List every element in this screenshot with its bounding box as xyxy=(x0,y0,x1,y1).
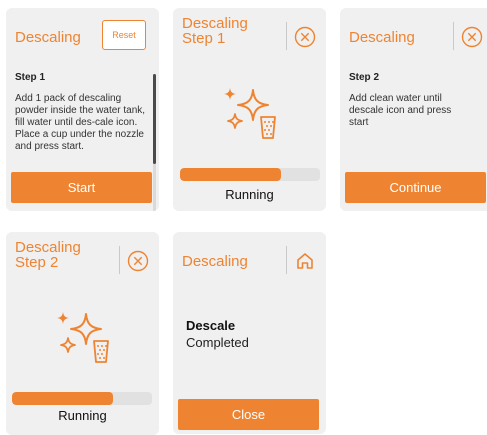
screen-header: Descaling xyxy=(173,232,326,294)
descaling-step1-running-screen: Descaling Step 1 Running xyxy=(173,8,326,211)
home-icon xyxy=(297,253,313,269)
close-circle-icon xyxy=(127,250,149,272)
screen-title: Descaling xyxy=(15,29,81,46)
screen-title: Descaling Step 2 xyxy=(15,239,81,271)
step-instructions: Add clean water until descale icon and p… xyxy=(349,93,452,128)
close-button[interactable] xyxy=(125,248,151,274)
descale-sparkle-icon xyxy=(224,88,276,139)
header-divider xyxy=(119,246,120,274)
home-button[interactable] xyxy=(292,248,318,274)
progress-bar xyxy=(180,168,320,181)
progress-bar-fill xyxy=(12,392,113,405)
screen-header: Descaling xyxy=(340,8,487,70)
status-text: Running xyxy=(58,408,107,423)
close-circle-icon xyxy=(294,26,316,48)
reset-button[interactable]: Reset xyxy=(102,20,146,50)
descaling-completed-screen: Descaling Descale Completed Close xyxy=(173,232,326,434)
screen-title: Descaling Step 1 xyxy=(182,15,248,47)
result-title: Descale xyxy=(186,318,236,333)
descale-sparkle-icon xyxy=(57,312,109,363)
progress-bar-fill xyxy=(180,168,281,181)
screen-header: Descaling Reset xyxy=(6,8,159,70)
step-instructions: Add 1 pack of descaling powder inside th… xyxy=(15,93,146,152)
descaling-step2-instructions-screen: Descaling Step 2 Add clean water until d… xyxy=(340,8,487,211)
status-text: Running xyxy=(225,187,274,202)
scrollbar[interactable] xyxy=(153,74,156,211)
progress-bar xyxy=(12,392,152,405)
close-circle-icon xyxy=(461,26,483,48)
step-label: Step 2 xyxy=(349,72,380,83)
start-button[interactable]: Start xyxy=(11,172,152,203)
screen-header: Descaling Step 1 xyxy=(173,8,326,70)
close-button[interactable] xyxy=(292,24,318,50)
header-divider xyxy=(453,22,454,50)
scrollbar-thumb[interactable] xyxy=(153,74,156,164)
close-button[interactable]: Close xyxy=(178,399,319,430)
header-divider xyxy=(286,22,287,50)
screen-header: Descaling Step 2 xyxy=(6,232,159,294)
result-subtitle: Completed xyxy=(186,335,249,350)
close-button[interactable] xyxy=(459,24,485,50)
screen-title: Descaling xyxy=(182,253,248,270)
descaling-step2-running-screen: Descaling Step 2 Running xyxy=(6,232,159,435)
continue-button[interactable]: Continue xyxy=(345,172,486,203)
screen-title: Descaling xyxy=(349,29,415,46)
descaling-step1-instructions-screen: Descaling Reset Step 1 Add 1 pack of des… xyxy=(6,8,159,211)
step-label: Step 1 xyxy=(15,72,46,83)
header-divider xyxy=(286,246,287,274)
